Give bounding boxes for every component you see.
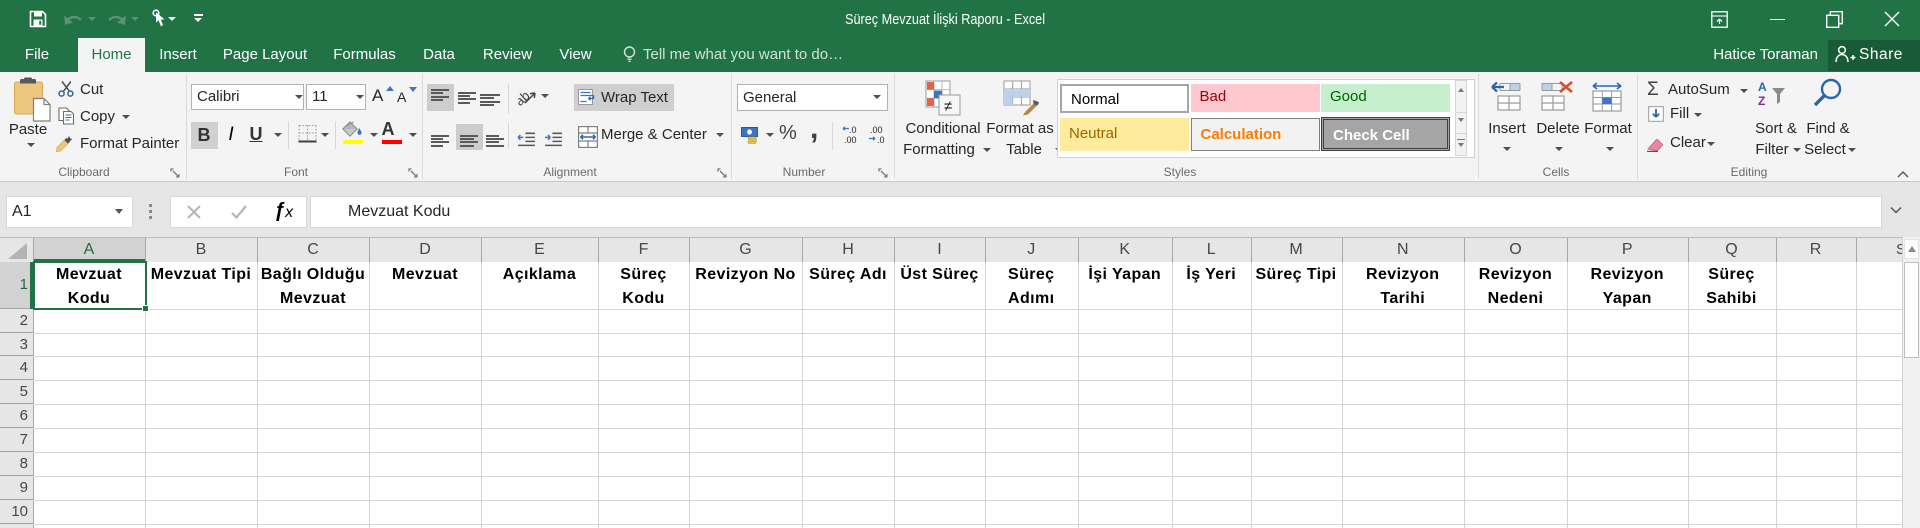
svg-text:.00: .00 bbox=[844, 135, 857, 145]
svg-text:Z: Z bbox=[1758, 94, 1765, 107]
svg-text:.0: .0 bbox=[877, 135, 885, 145]
svg-text:.0: .0 bbox=[849, 125, 857, 135]
svg-text:≠: ≠ bbox=[944, 98, 952, 115]
svg-text:.00: .00 bbox=[870, 125, 883, 135]
svg-text:A: A bbox=[1758, 80, 1767, 94]
